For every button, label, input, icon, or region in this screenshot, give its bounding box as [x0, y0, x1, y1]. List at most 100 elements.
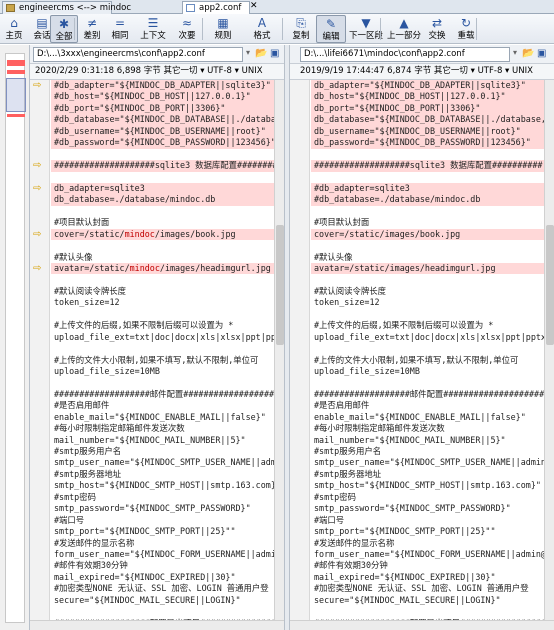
- open-folder-icon[interactable]: 📂: [522, 48, 534, 59]
- right-gutter: [290, 80, 310, 630]
- code-line: smtp_port="${MINDOC_SMTP_PORT||25}"": [314, 526, 496, 537]
- code-line: ####################sqlite3 数据库配置#######…: [51, 160, 274, 172]
- copy-to-right-arrow-icon[interactable]: ⇨: [33, 263, 41, 274]
- code-line: #加密类型NONE 无认证、SSL 加密、LOGIN 普通用户登: [54, 583, 269, 594]
- tab-file-compare[interactable]: app2.conf: [182, 1, 250, 14]
- code-line: enable_mail="${MINDOC_ENABLE_MAIL||false…: [54, 411, 266, 422]
- minor-icon: ≈: [181, 16, 193, 30]
- save-icon[interactable]: ▣: [270, 48, 279, 59]
- swap-button[interactable]: ⇄ 交换: [424, 15, 450, 43]
- code-line: smtp_port="${MINDOC_SMTP_PORT||25}"": [54, 526, 236, 537]
- code-line: smtp_password="${MINDOC_SMTP_PASSWORD}": [54, 503, 251, 514]
- overview-diff-marker: [7, 70, 25, 74]
- code-line: smtp_host="${MINDOC_SMTP_HOST||smtp.163.…: [314, 480, 541, 491]
- code-line: #上传文件的后缀,如果不限制后缀可以设置为 *: [54, 320, 234, 331]
- code-line: enable_mail="${MINDOC_ENABLE_MAIL||false…: [314, 411, 526, 422]
- toolbar-label: 差别: [83, 31, 101, 41]
- toolbar-separator: [282, 18, 283, 40]
- left-code[interactable]: #db_adapter="${MINDOC_DB_ADAPTER||sqlite…: [51, 80, 274, 630]
- left-path-input[interactable]: D:\...\3xxx\engineercms\conf\app2.conf: [33, 47, 243, 62]
- right-vertical-scrollbar[interactable]: [544, 80, 554, 630]
- prev-section-icon: ▲: [399, 16, 409, 30]
- code-line: db_adapter=sqlite3: [51, 182, 274, 195]
- code-line: cover=/static/mindoc/images/book.jpg: [51, 228, 274, 241]
- code-line: #上传的文件大小限制,如果不填写,默认不限制,单位可: [314, 354, 519, 365]
- right-code[interactable]: db_adapter="${MINDOC_DB_ADAPTER||sqlite3…: [311, 80, 544, 630]
- code-line: #邮件有效期30分钟: [314, 560, 388, 571]
- open-folder-icon[interactable]: 📂: [255, 48, 267, 59]
- code-line: smtp_password="${MINDOC_SMTP_PASSWORD}": [314, 503, 511, 514]
- code-line: db_adapter="${MINDOC_DB_ADAPTER||sqlite3…: [311, 80, 544, 92]
- changed-text: mindoc: [124, 228, 155, 239]
- code-line: #端口号: [54, 514, 85, 525]
- toolbar-label: 上一部分: [386, 31, 421, 41]
- code-line: #db_username="${MINDOC_DB_USERNAME||root…: [51, 125, 274, 138]
- toolbar-label: 格式: [253, 31, 271, 41]
- left-horizontal-scrollbar[interactable]: [30, 620, 284, 630]
- scroll-thumb[interactable]: [546, 225, 554, 345]
- right-pane[interactable]: db_adapter="${MINDOC_DB_ADAPTER||sqlite3…: [290, 80, 554, 630]
- copy-to-right-arrow-icon[interactable]: ⇨: [33, 229, 41, 240]
- prev-section-button[interactable]: ▲ 上一部分: [386, 15, 422, 43]
- code-line: avatar=/static/images/headimgurl.jpg: [311, 263, 544, 275]
- toolbar: ⌂ 主页 ▤ 会话 ✱ 全部 ≠ 差别 = 相同 ☰ 上下文 ≈ 次要 ▦ 规则 A 格式 ⎘ 复制 ✎ 编辑 ▼ 下一区段 ▲…: [0, 14, 554, 44]
- toolbar-separator: [74, 18, 75, 40]
- code-line: mail_number="${MINDOC_MAIL_NUMBER||5}": [314, 434, 506, 445]
- code-line: upload_file_size=10MB: [314, 365, 420, 376]
- code-line: #smtp密码: [314, 491, 356, 502]
- code-line: #是否启用邮件: [314, 400, 370, 411]
- code-line: mail_expired="${MINDOC_EXPIRED||30}": [54, 571, 236, 582]
- diff-overview-bar[interactable]: [0, 45, 30, 630]
- toolbar-separator: [380, 18, 381, 40]
- edit-button[interactable]: ✎ 编辑: [316, 15, 346, 43]
- left-pane[interactable]: ⇨⇨⇨⇨⇨⇨ #db_adapter="${MINDOC_DB_ADAPTER|…: [30, 80, 284, 630]
- chevron-down-icon[interactable]: ▾: [246, 48, 250, 57]
- copy-button[interactable]: ⎘ 复制: [288, 15, 314, 43]
- save-icon[interactable]: ▣: [537, 48, 546, 59]
- overview-map: [5, 53, 26, 623]
- code-line: mail_expired="${MINDOC_EXPIRED||30}": [314, 571, 496, 582]
- rules-button[interactable]: ▦ 规则: [208, 15, 238, 43]
- overview-viewport[interactable]: [6, 78, 26, 112]
- left-file-info: 2020/2/29 0:31:18 6,898 字节 其它一切 ▾ UTF-8 …: [30, 64, 284, 80]
- code-line: #项目默认封面: [54, 217, 110, 228]
- same-button[interactable]: = 相同: [106, 15, 134, 43]
- format-button[interactable]: A 格式: [242, 15, 282, 43]
- code-line: #smtp服务器地址: [54, 468, 122, 479]
- right-horizontal-scrollbar[interactable]: [290, 620, 554, 630]
- right-path-input[interactable]: D:\...\lifei6671\mindoc\conf\app2.conf: [300, 47, 510, 62]
- copy-to-right-arrow-icon[interactable]: ⇨: [33, 80, 41, 91]
- code-line: db_database=./database/mindoc.db: [51, 194, 274, 206]
- scroll-thumb[interactable]: [276, 225, 284, 345]
- tab-folder-compare[interactable]: engineercms <--> mindoc: [2, 1, 131, 14]
- code-line: #smtp密码: [54, 491, 96, 502]
- copy-to-right-arrow-icon[interactable]: ⇨: [33, 160, 41, 171]
- code-line: #db_adapter=sqlite3: [311, 182, 544, 195]
- diffs-button[interactable]: ≠ 差别: [78, 15, 106, 43]
- chevron-down-icon[interactable]: ▾: [513, 48, 517, 57]
- close-tab-icon[interactable]: ✕: [250, 0, 258, 11]
- home-button[interactable]: ⌂ 主页: [2, 15, 26, 43]
- context-button[interactable]: ☰ 上下文: [138, 15, 168, 43]
- file-icon: [186, 4, 195, 12]
- code-line: cover=/static/images/book.jpg: [311, 228, 544, 241]
- folder-icon: [6, 4, 15, 12]
- home-icon: ⌂: [10, 16, 18, 30]
- code-line: #默认阅读令牌长度: [54, 285, 127, 296]
- minor-button[interactable]: ≈ 次要: [170, 15, 204, 43]
- code-line: token_size=12: [54, 297, 120, 308]
- swap-icon: ⇄: [431, 16, 443, 30]
- left-vertical-scrollbar[interactable]: [274, 80, 284, 630]
- copy-to-right-arrow-icon[interactable]: ⇨: [33, 183, 41, 194]
- toolbar-label: 主页: [5, 31, 23, 41]
- toolbar-label: 交换: [428, 31, 446, 41]
- next-section-button[interactable]: ▼ 下一区段: [348, 15, 384, 43]
